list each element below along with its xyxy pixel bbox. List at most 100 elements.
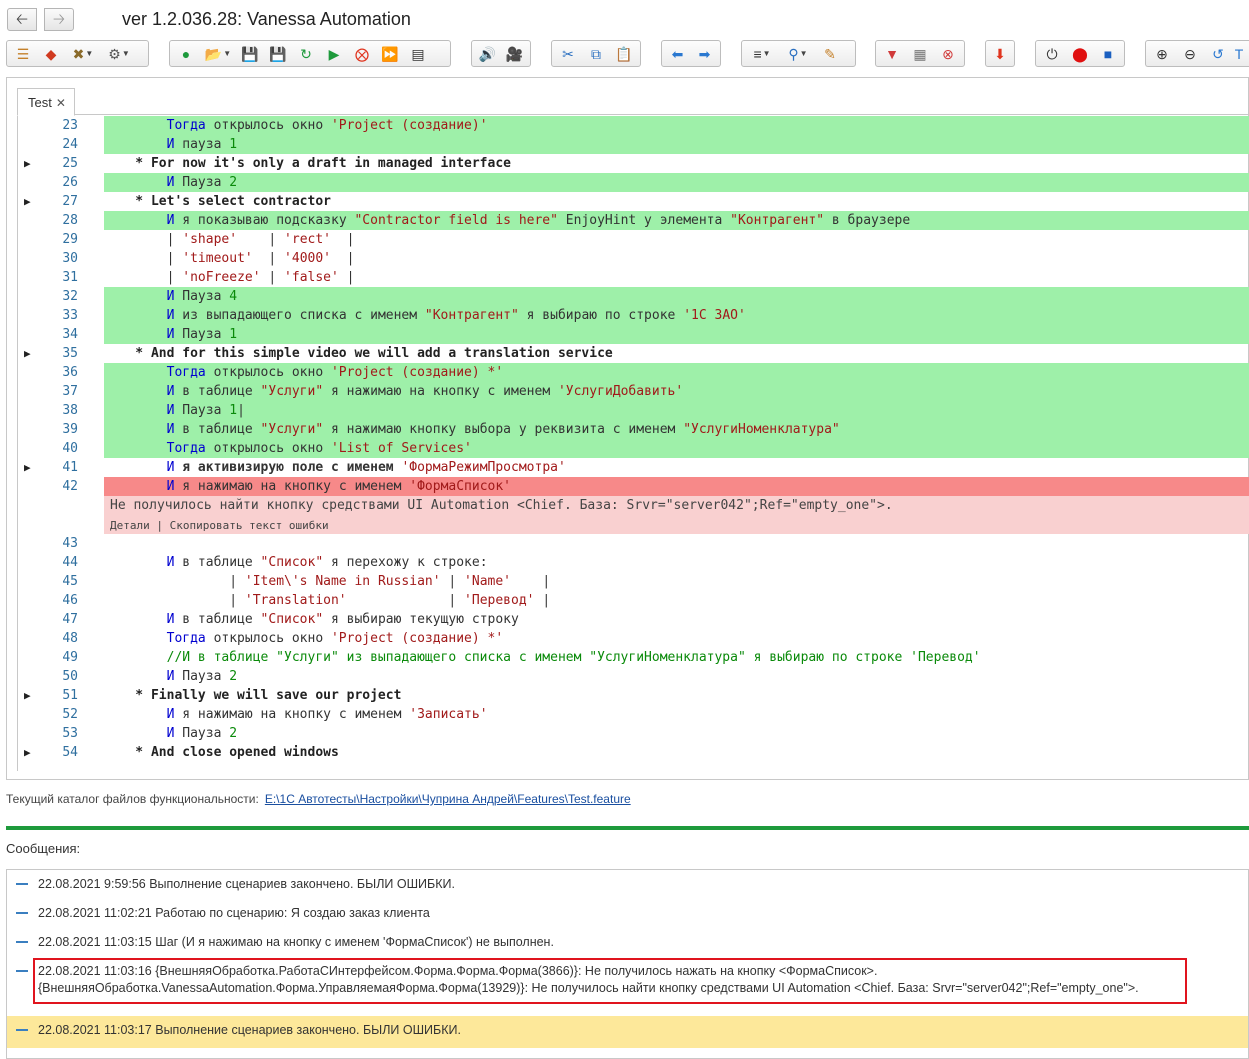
code-line[interactable]: 43	[18, 534, 1249, 553]
token: И	[104, 175, 175, 190]
list-button[interactable]: ≡ ▼	[744, 42, 780, 65]
code-line[interactable]: 26 И Пауза 2	[18, 173, 1249, 192]
code-line[interactable]: 23 Тогда открылось окно 'Project (создан…	[18, 116, 1249, 135]
code-line[interactable]: 33 И из выпадающего списка с именем "Кон…	[18, 306, 1249, 325]
code-line[interactable]: 30 | 'timeout' | '4000' |	[18, 249, 1249, 268]
token: |	[104, 270, 183, 285]
line-number: 31	[62, 270, 78, 285]
token: Тогда	[104, 118, 206, 133]
open-button[interactable]: 📂 ▼	[200, 42, 236, 65]
token: я активизирую поле с именем	[174, 460, 402, 475]
message-item[interactable]: 22.08.2021 11:03:17 Выполнение сценариев…	[7, 1016, 1248, 1048]
forward-button[interactable]: 🡢	[44, 8, 74, 31]
code-line[interactable]: 47 И в таблице "Список" я выбираю текущу…	[18, 610, 1249, 629]
message-item[interactable]: 22.08.2021 9:59:56 Выполнение сценариев …	[7, 876, 1248, 896]
code-line[interactable]: 40 Тогда открылось окно 'List of Service…	[18, 439, 1249, 458]
expand-arrow-icon[interactable]: ▶	[24, 154, 31, 173]
add-button[interactable]: ●	[172, 42, 200, 65]
code-line[interactable]: 49 //И в таблице "Услуги" из выпадающего…	[18, 648, 1249, 667]
code-line[interactable]: 24 И пауза 1	[18, 135, 1249, 154]
cut-button[interactable]: ✂	[554, 42, 582, 65]
code-line[interactable]: 34 И Пауза 1	[18, 325, 1249, 344]
code-line[interactable]: ▶ 51 * Finally we will save our project	[18, 686, 1249, 705]
message-item[interactable]: 22.08.2021 11:03:15 Шаг (И я нажимаю на …	[7, 934, 1248, 954]
copy-button[interactable]: ⧉	[582, 42, 610, 65]
code-line[interactable]: 45 | 'Item\'s Name in Russian' | 'Name' …	[18, 572, 1249, 591]
code-line[interactable]: 32 И Пауза 4	[18, 287, 1249, 306]
prev-button[interactable]: ⬅	[664, 42, 691, 65]
line-number: 23	[62, 118, 78, 133]
video-button[interactable]: 🎥	[501, 42, 528, 65]
stop-button[interactable]: ⨂	[348, 42, 376, 65]
code-line[interactable]: 29 | 'shape' | 'rect' |	[18, 230, 1249, 249]
code-line[interactable]: 48 Тогда открылось окно 'Project (создан…	[18, 629, 1249, 648]
expand-arrow-icon[interactable]: ▶	[24, 458, 31, 477]
code-line[interactable]: 42 И я нажимаю на кнопку с именем 'Форма…	[18, 477, 1249, 496]
code-line[interactable]: 39 И в таблице "Услуги" я нажимаю кнопку…	[18, 420, 1249, 439]
save-button[interactable]: 💾	[236, 42, 264, 65]
reload-button[interactable]: ↻	[292, 42, 320, 65]
code-line[interactable]: 53 И Пауза 2	[18, 724, 1249, 743]
code-line[interactable]: ▶ 25 * For now it's only a draft in manag…	[18, 154, 1249, 173]
code-line[interactable]: 28 И я показываю подсказку "Contractor f…	[18, 211, 1249, 230]
line-number: 35	[62, 346, 78, 361]
code-editor[interactable]: 23 Тогда открылось окно 'Project (создан…	[17, 116, 1249, 771]
token: пауза	[174, 137, 230, 152]
feature-path-link[interactable]: E:\1С Автотесты\Настройки\Чуприна Андрей…	[265, 792, 631, 806]
steps-button[interactable]: ▤	[404, 42, 432, 65]
code-line[interactable]: ▶ 41 И я активизирую поле с именем 'Форма…	[18, 458, 1249, 477]
feature-path: Текущий каталог файлов функциональности:…	[6, 792, 631, 806]
code-line[interactable]: 31 | 'noFreeze' | 'false' |	[18, 268, 1249, 287]
diamond-button[interactable]: ◆	[37, 42, 65, 65]
search-button[interactable]: ⚲ ▼	[780, 42, 816, 65]
code-line[interactable]: 50 И Пауза 2	[18, 667, 1249, 686]
code-line[interactable]: 46 | 'Translation' | 'Перевод' |	[18, 591, 1249, 610]
tree-button[interactable]: ☰	[9, 42, 37, 65]
code-line[interactable]: ▶ 35 * And for this simple video we will …	[18, 344, 1249, 363]
expand-arrow-icon[interactable]: ▶	[24, 344, 31, 363]
sync-button[interactable]: ↺	[1204, 42, 1232, 65]
tab-test[interactable]: Test ✕	[17, 88, 75, 116]
copy-error-link[interactable]: Скопировать текст ошибки	[170, 519, 329, 532]
run-button[interactable]: ▶	[320, 42, 348, 65]
sound-button[interactable]: 🔊	[474, 42, 501, 65]
message-item[interactable]: 22.08.2021 11:03:16 {ВнешняяОбработка.Ра…	[7, 958, 1248, 1004]
expand-arrow-icon[interactable]: ▶	[24, 192, 31, 211]
close-view-button[interactable]: ⊗	[934, 42, 962, 65]
message-item[interactable]: 22.08.2021 11:02:21 Работаю по сценарию:…	[7, 905, 1248, 925]
token: И	[104, 403, 175, 418]
diamond-icon: ◆	[45, 45, 57, 62]
power-button[interactable]: ⏻	[1038, 42, 1066, 65]
stop-record-button[interactable]: ■	[1094, 42, 1122, 65]
expand-arrow-icon[interactable]: ▶	[24, 743, 31, 762]
zoom-out-button[interactable]: ⊖	[1176, 42, 1204, 65]
download-button[interactable]: ⬇	[988, 42, 1012, 65]
code-line[interactable]: ▶ 27 * Let's select contractor	[18, 192, 1249, 211]
back-button[interactable]: 🡠	[7, 8, 37, 31]
token: 'shape'	[182, 232, 238, 247]
tools-button[interactable]: ✖ ▼	[65, 42, 101, 65]
run-all-button[interactable]: ⏩	[376, 42, 404, 65]
next-button[interactable]: ➡	[691, 42, 718, 65]
expand-arrow-icon[interactable]: ▶	[24, 686, 31, 705]
table-button[interactable]: ▦	[906, 42, 934, 65]
token: Тогда	[104, 631, 206, 646]
code-line[interactable]: 38 И Пауза 1|	[18, 401, 1249, 420]
code-line[interactable]: 52 И я нажимаю на кнопку с именем 'Запис…	[18, 705, 1249, 724]
settings-button[interactable]: ⚙ ▼	[101, 42, 137, 65]
details-link[interactable]: Детали	[110, 519, 150, 532]
line-text: //И в таблице "Услуги" из выпадающего сп…	[104, 648, 1249, 667]
zoom-in-button[interactable]: ⊕	[1148, 42, 1176, 65]
code-line[interactable]: 37 И в таблице "Услуги" я нажимаю на кно…	[18, 382, 1249, 401]
collapse-button[interactable]: ▼	[878, 42, 906, 65]
more-button[interactable]: T	[1232, 42, 1246, 65]
code-line[interactable]: 44 И в таблице "Список" я перехожу к стр…	[18, 553, 1249, 572]
save-as-button[interactable]: 💾	[264, 42, 292, 65]
code-line[interactable]: ▶ 54 * And close opened windows	[18, 743, 1249, 762]
editor-tabbar: Test ✕	[17, 88, 1249, 116]
close-icon[interactable]: ✕	[56, 96, 66, 110]
paste-button[interactable]: 📋	[610, 42, 638, 65]
record-button[interactable]: ⬤	[1066, 42, 1094, 65]
clear-button[interactable]: ✎	[816, 42, 844, 65]
code-line[interactable]: 36 Тогда открылось окно 'Project (создан…	[18, 363, 1249, 382]
